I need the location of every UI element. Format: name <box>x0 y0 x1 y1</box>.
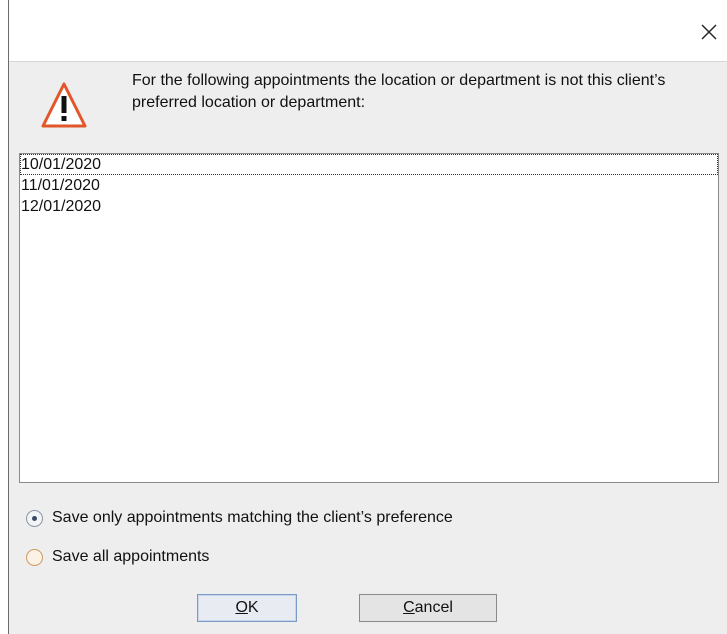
cancel-mnemonic: C <box>403 599 415 616</box>
cancel-button[interactable]: Cancel <box>359 594 497 622</box>
warning-message: For the following appointments the locat… <box>132 72 666 111</box>
save-all-label: Save all appointments <box>52 548 210 565</box>
warning-dialog: For the following appointments the locat… <box>8 0 727 634</box>
save-all-option[interactable]: Save all appointments <box>26 545 209 569</box>
ok-mnemonic: O <box>235 599 248 616</box>
list-item[interactable]: 10/01/2020 <box>20 154 718 175</box>
warning-icon <box>41 82 87 128</box>
save-matching-label: Save only appointments matching the clie… <box>52 509 453 526</box>
save-matching-option[interactable]: Save only appointments matching the clie… <box>26 506 453 530</box>
list-item[interactable]: 12/01/2020 <box>20 196 718 217</box>
radio-unselected-icon[interactable] <box>26 548 43 566</box>
appointments-list[interactable]: 10/01/2020 11/01/2020 12/01/2020 <box>19 153 719 483</box>
list-item[interactable]: 11/01/2020 <box>20 175 718 196</box>
ok-button[interactable]: OK <box>197 594 297 622</box>
ok-label-rest: K <box>247 599 259 616</box>
close-button[interactable] <box>691 14 727 50</box>
cancel-label-rest: ancel <box>414 599 453 616</box>
dialog-titlebar <box>9 0 727 62</box>
radio-selected-icon[interactable] <box>26 509 43 527</box>
close-icon <box>701 24 717 40</box>
